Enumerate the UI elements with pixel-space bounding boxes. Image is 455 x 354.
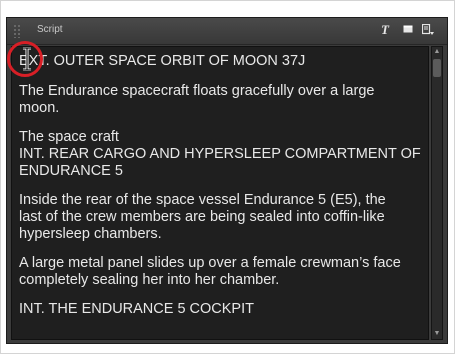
script-line: EXT. OUTER SPACE ORBIT OF MOON 37J [19,53,306,69]
script-line: ENDURANCE 5 [19,163,123,179]
script-paragraph[interactable]: The Endurance spacecraft floats graceful… [19,83,422,117]
script-line: hypersleep chambers. [19,226,162,242]
script-line: INT. THE ENDURANCE 5 COCKPIT [19,301,254,317]
grip-dots-icon[interactable] [13,24,21,38]
script-line: Inside the rear of the space vessel Endu… [19,192,386,208]
script-paragraph[interactable]: The space craft INT. REAR CARGO AND HYPER… [19,129,422,180]
text-format-button[interactable]: T [377,22,393,38]
scroll-up-arrow-icon[interactable]: ▲ [432,47,442,57]
script-line: A large metal panel slides up over a fem… [19,255,401,271]
script-paragraph[interactable]: INT. THE ENDURANCE 5 COCKPIT [19,301,422,318]
script-line: last of the crew members are being seale… [19,209,385,225]
text-cursor-icon [23,47,31,71]
script-panel: Script T EXT. OUTER SPACE ORBIT OF MOON … [6,17,448,344]
script-line: The space craft [19,129,119,145]
script-line: completely sealing her into her chamber. [19,272,280,288]
panel-titlebar[interactable]: Script T [7,18,447,45]
vertical-scrollbar[interactable]: ▲ ▼ [431,46,443,340]
script-line: INT. REAR CARGO AND HYPERSLEEP COMPARTME… [19,146,421,162]
script-paragraph[interactable]: EXT. OUTER SPACE ORBIT OF MOON 37J [19,53,422,70]
panel-title: Script [37,24,63,35]
script-paragraph[interactable]: A large metal panel slides up over a fem… [19,255,422,289]
script-line: moon. [19,100,60,116]
window-icon[interactable] [400,22,416,38]
panel-menu-icon[interactable] [420,22,436,38]
script-text-editor[interactable]: EXT. OUTER SPACE ORBIT OF MOON 37J The En… [11,46,429,340]
script-text-body[interactable]: EXT. OUTER SPACE ORBIT OF MOON 37J The En… [12,47,428,318]
script-paragraph[interactable]: Inside the rear of the space vessel Endu… [19,192,422,243]
scroll-down-arrow-icon[interactable]: ▼ [432,329,442,339]
script-line: The Endurance spacecraft floats graceful… [19,83,375,99]
screenshot-frame: Script T EXT. OUTER SPACE ORBIT OF MOON … [0,0,455,354]
scroll-thumb[interactable] [433,59,441,77]
